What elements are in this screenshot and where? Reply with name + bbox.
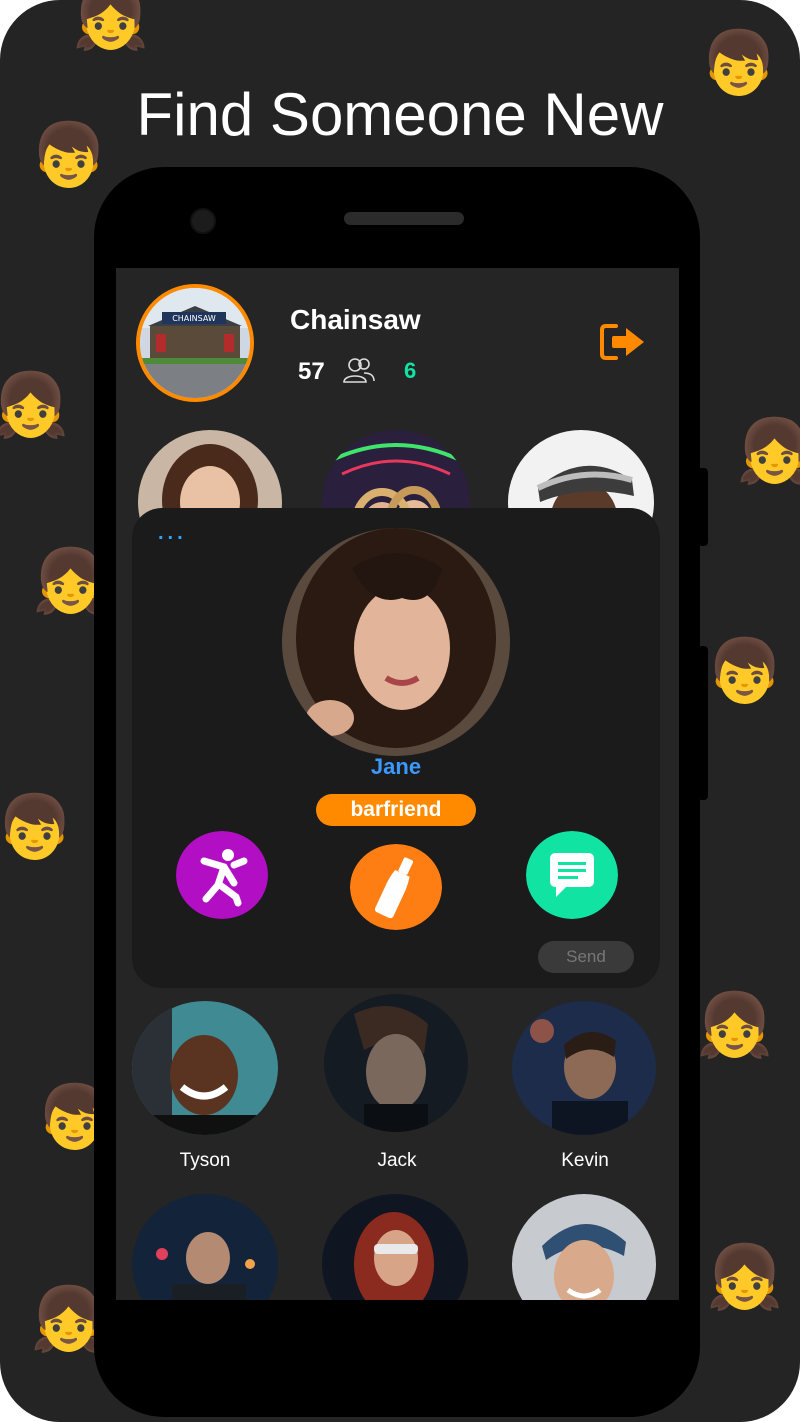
promo-poster: Find Someone New 👧 👦 👦 👧 👧 👧 👦 👦 👧 👦 👧 👧… [0,0,800,1422]
send-button[interactable]: Send [538,941,634,973]
person-avatar-tyson[interactable] [132,1001,278,1135]
person-avatar[interactable] [512,1194,656,1300]
boy-emoji-decoration: 👦 [0,790,74,863]
profile-tag: barfriend [316,794,476,826]
person-photo [132,1194,278,1300]
girl-emoji-decoration: 👧 [0,368,70,441]
phone-camera [190,208,216,234]
person-photo [512,1001,656,1135]
person-photo [324,994,468,1132]
profile-photo [282,528,510,756]
person-avatar-jack[interactable] [324,994,468,1132]
person-avatar[interactable] [322,1194,468,1300]
boy-emoji-decoration: 👦 [706,634,784,707]
girl-emoji-decoration: 👧 [736,414,800,487]
logout-icon[interactable] [598,322,646,362]
dance-button[interactable] [176,831,268,919]
girl-emoji-decoration: 👧 [706,1240,784,1313]
people-icon [343,358,375,383]
boy-emoji-decoration: 👦 [30,118,108,191]
person-avatar-kevin[interactable] [512,1001,656,1135]
venue-avatar[interactable]: CHAINSAW [136,284,254,402]
person-photo [512,1194,656,1300]
profile-name: Jane [370,754,422,779]
person-avatar[interactable] [132,1194,278,1300]
phone-side-button [698,468,708,546]
phone-speaker [344,212,464,225]
friends-count: 6 [404,358,417,383]
chat-button[interactable] [526,831,618,919]
profile-avatar [282,528,510,756]
person-photo [132,1001,278,1135]
person-photo [322,1194,468,1300]
girl-emoji-decoration: 👧 [72,0,150,53]
boy-emoji-decoration: 👦 [700,26,778,99]
checkin-count: 57 [298,358,325,385]
phone-side-button [698,646,708,800]
headline: Find Someone New [136,81,664,148]
person-name-kevin: Kevin [561,1150,609,1171]
girl-emoji-decoration: 👧 [696,988,774,1061]
card-menu-dots[interactable]: ... [158,522,187,545]
person-name-jack: Jack [377,1150,417,1171]
venue-name: Chainsaw [290,304,421,335]
venue-photo: CHAINSAW [140,288,250,398]
profile-card: ... Jane barfriend Send [132,508,660,988]
person-name-tyson: Tyson [179,1150,231,1171]
venue-sign-text: CHAINSAW [172,314,216,323]
drink-button[interactable] [350,844,442,930]
